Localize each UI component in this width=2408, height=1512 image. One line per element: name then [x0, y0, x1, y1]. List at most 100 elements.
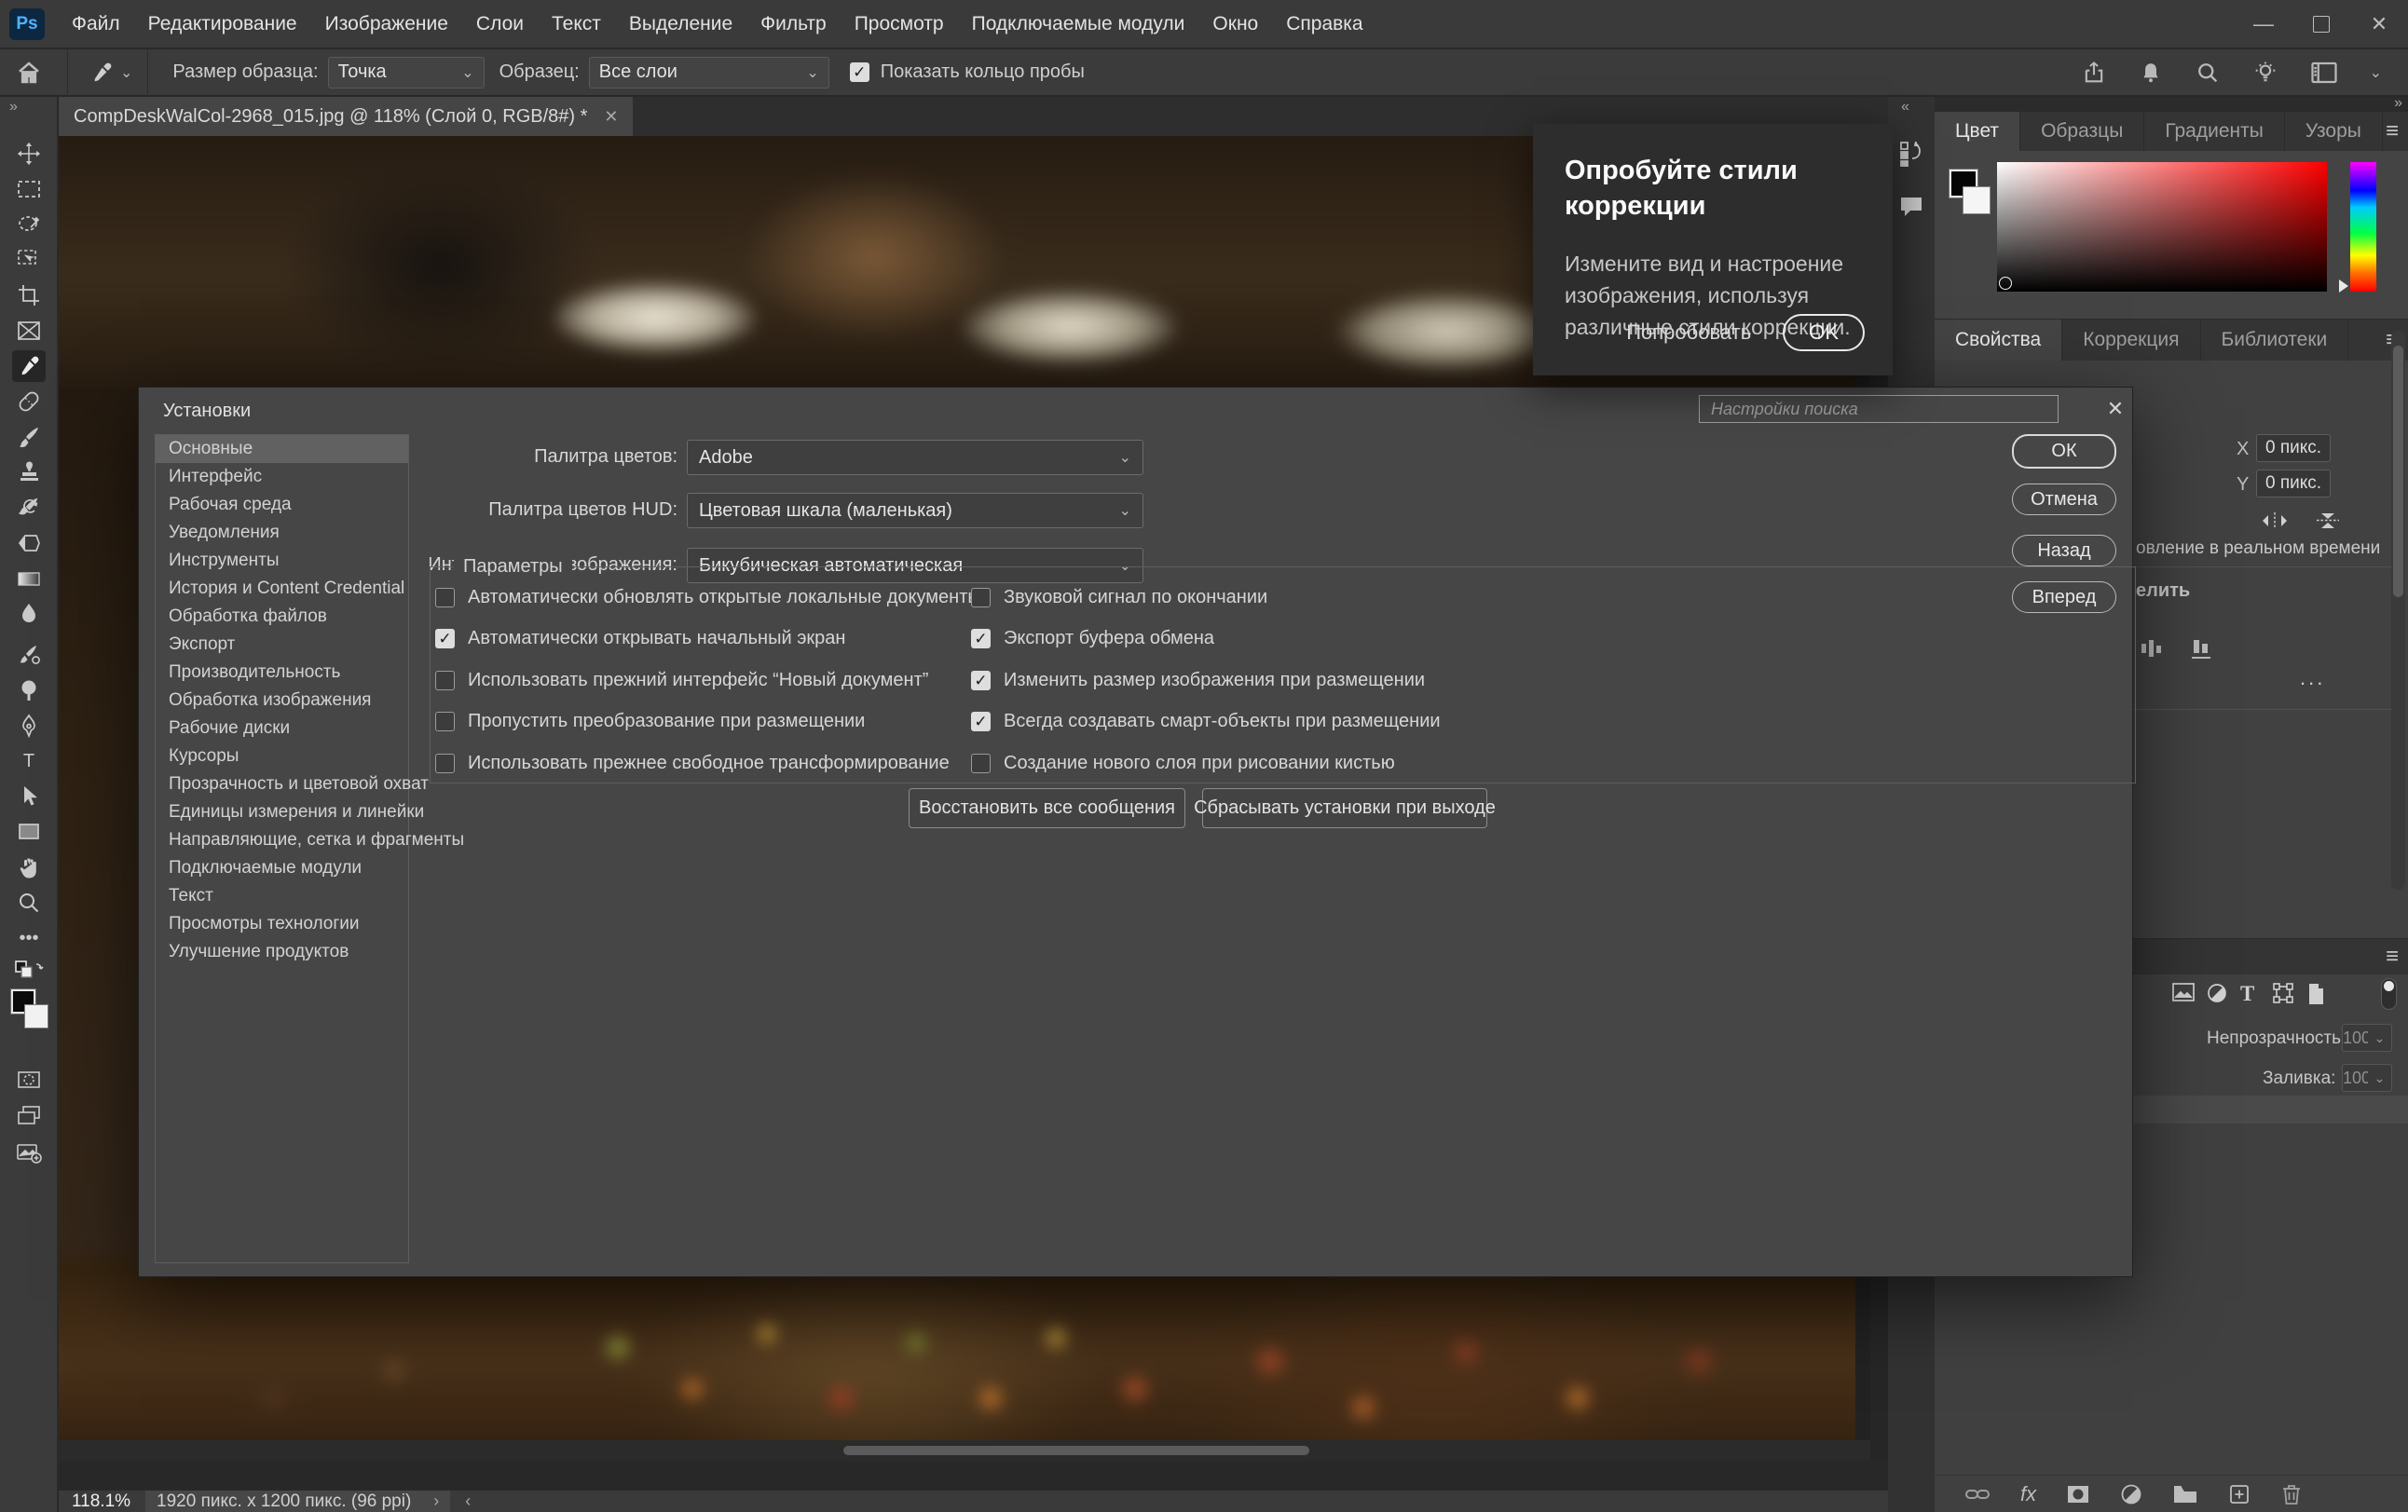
preferences-search-input[interactable] — [1699, 395, 2059, 423]
expand-tools-icon[interactable]: » — [9, 99, 16, 116]
sidebar-item-units-rulers[interactable]: Единицы измерения и линейки — [156, 798, 408, 826]
delete-layer-icon[interactable] — [2280, 1482, 2303, 1506]
comments-panel-icon[interactable] — [1897, 194, 1925, 220]
tab-properties[interactable]: Свойства — [1935, 320, 2062, 361]
checkbox[interactable] — [850, 62, 869, 82]
share-icon[interactable] — [2081, 59, 2107, 87]
reset-all-warnings-button[interactable]: Восстановить все сообщения — [909, 788, 1185, 828]
filter-adjustment-layers-icon[interactable] — [2206, 982, 2228, 1004]
sidebar-item-guides-grid-slices[interactable]: Направляющие, сетка и фрагменты — [156, 826, 408, 854]
sidebar-item-plugins[interactable]: Подключаемые модули — [156, 854, 408, 882]
quick-mask-icon[interactable] — [12, 1064, 46, 1096]
menu-select[interactable]: Выделение — [615, 0, 746, 48]
new-group-icon[interactable] — [2172, 1484, 2198, 1505]
checkbox[interactable] — [971, 754, 991, 773]
eyedropper-tool-icon[interactable] — [12, 350, 46, 382]
sidebar-item-technology-previews[interactable]: Просмотры технологии — [156, 910, 408, 938]
new-adjustment-layer-icon[interactable] — [2120, 1483, 2142, 1505]
tab-adjustments[interactable]: Коррекция — [2062, 320, 2200, 361]
sidebar-item-scratch-disks[interactable]: Рабочие диски — [156, 715, 408, 742]
notification-ok-button[interactable]: OK — [1783, 314, 1865, 351]
filter-shape-layers-icon[interactable] — [2272, 982, 2294, 1004]
filter-type-layers-icon[interactable]: T — [2240, 982, 2254, 1006]
path-selection-tool-icon[interactable] — [12, 781, 46, 812]
sidebar-item-type[interactable]: Текст — [156, 882, 408, 910]
mixer-brush-tool-icon[interactable] — [12, 639, 46, 671]
type-tool-icon[interactable]: T — [12, 745, 46, 777]
move-tool-icon[interactable] — [12, 138, 46, 170]
menu-help[interactable]: Справка — [1272, 0, 1376, 48]
clone-stamp-tool-icon[interactable] — [12, 456, 46, 488]
healing-brush-tool-icon[interactable] — [12, 386, 46, 417]
checkbox[interactable] — [971, 671, 991, 690]
pref-export-clipboard[interactable]: Экспорт буфера обмена — [971, 628, 1214, 649]
frame-tool-icon[interactable] — [12, 315, 46, 347]
pref-auto-show-home-screen[interactable]: Автоматически открывать начальный экран — [435, 628, 845, 649]
reset-preferences-on-quit-button[interactable]: Сбрасывать установки при выходе — [1202, 788, 1487, 828]
sidebar-item-export[interactable]: Экспорт — [156, 631, 408, 659]
pref-resize-image-on-place[interactable]: Изменить размер изображения при размещен… — [971, 670, 1425, 691]
notifications-bell-icon[interactable] — [2139, 59, 2163, 87]
sidebar-item-image-processing[interactable]: Обработка изображения — [156, 687, 408, 715]
tab-libraries[interactable]: Библиотеки — [2201, 320, 2349, 361]
y-position-field[interactable]: 0 пикс. — [2256, 470, 2331, 497]
pref-new-layer-when-painting[interactable]: Создание нового слоя при рисовании кисть… — [971, 753, 1395, 774]
color-picker-select[interactable]: Adobe⌄ — [687, 440, 1143, 475]
document-tab[interactable]: CompDeskWalCol-2968_015.jpg @ 118% (Слой… — [59, 97, 633, 136]
cancel-button[interactable]: Отмена — [2012, 484, 2116, 515]
status-collapse-icon[interactable]: ‹ — [465, 1492, 471, 1511]
crop-tool-icon[interactable] — [12, 279, 46, 311]
checkbox[interactable] — [971, 588, 991, 607]
panel-menu-icon[interactable]: ≡ — [2386, 944, 2399, 970]
menu-file[interactable]: Файл — [58, 0, 134, 48]
select-and-mask-icon[interactable] — [2188, 636, 2220, 662]
maximize-button[interactable] — [2292, 0, 2350, 48]
pref-skip-transform-on-place[interactable]: Пропустить преобразование при размещении — [435, 711, 865, 732]
object-selection-tool-icon[interactable] — [12, 244, 46, 276]
chevron-down-icon[interactable]: ⌄ — [2370, 63, 2382, 82]
properties-scrollbar-thumb[interactable] — [2393, 346, 2403, 597]
menu-layers[interactable]: Слои — [462, 0, 538, 48]
layer-effects-icon[interactable]: fx — [2020, 1482, 2036, 1506]
rectangle-tool-icon[interactable] — [12, 816, 46, 848]
share-image-icon[interactable] — [12, 1137, 46, 1168]
opacity-chevron-icon[interactable]: ⌄ — [2368, 1024, 2392, 1052]
more-options-icon[interactable]: ... — [2300, 666, 2325, 690]
checkbox[interactable] — [435, 629, 455, 648]
status-expand-icon[interactable]: › — [433, 1492, 439, 1511]
show-sampling-ring-checkbox[interactable]: Показать кольцо пробы — [850, 61, 1094, 83]
checkbox[interactable] — [435, 588, 455, 607]
checkbox[interactable] — [435, 671, 455, 690]
checkbox[interactable] — [971, 629, 991, 648]
foreground-background-colors[interactable] — [11, 989, 35, 1038]
x-position-field[interactable]: 0 пикс. — [2256, 434, 2331, 462]
close-button[interactable]: ✕ — [2350, 0, 2408, 48]
gradient-tool-icon[interactable] — [12, 563, 46, 594]
fill-chevron-icon[interactable]: ⌄ — [2368, 1064, 2392, 1092]
sidebar-item-notifications[interactable]: Уведомления — [156, 519, 408, 547]
pref-auto-update-docs[interactable]: Автоматически обновлять открытые локальн… — [435, 587, 981, 608]
background-color-swatch[interactable] — [24, 1004, 48, 1028]
add-layer-mask-icon[interactable] — [2066, 1484, 2090, 1505]
pref-always-create-smart-objects[interactable]: Всегда создавать смарт-объекты при разме… — [971, 711, 1441, 732]
pref-legacy-free-transform[interactable]: Использовать прежнее свободное трансформ… — [435, 753, 950, 774]
panel-menu-icon[interactable]: ≡ — [2386, 118, 2399, 144]
tab-patterns[interactable]: Узоры — [2285, 112, 2383, 151]
eyedropper-tool-preset-icon[interactable] — [89, 60, 115, 86]
zoom-tool-icon[interactable] — [12, 887, 46, 919]
discover-lightbulb-icon[interactable] — [2252, 59, 2278, 87]
tab-swatches[interactable]: Образцы — [2020, 112, 2144, 151]
menu-view[interactable]: Просмотр — [841, 0, 958, 48]
hud-color-picker-select[interactable]: Цветовая шкала (маленькая)⌄ — [687, 493, 1143, 528]
hand-tool-icon[interactable] — [12, 851, 46, 883]
history-brush-tool-icon[interactable] — [12, 492, 46, 524]
link-layers-icon[interactable] — [1964, 1485, 1991, 1504]
home-icon[interactable] — [15, 59, 43, 87]
more-tools-icon[interactable]: ••• — [12, 922, 46, 954]
search-icon[interactable] — [2195, 60, 2221, 86]
menu-plugins[interactable]: Подключаемые модули — [958, 0, 1199, 48]
sidebar-item-product-improvement[interactable]: Улучшение продуктов — [156, 938, 408, 966]
properties-scrollbar[interactable] — [2391, 331, 2405, 890]
pen-tool-icon[interactable] — [12, 710, 46, 742]
background-color-swatch[interactable] — [1963, 186, 1991, 214]
